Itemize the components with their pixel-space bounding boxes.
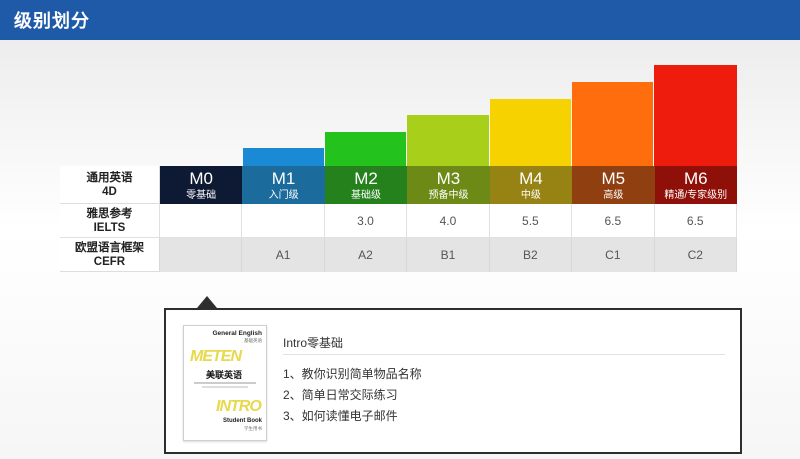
ielts-cell-m5: 6.5 <box>572 204 655 238</box>
book-divider <box>202 386 248 388</box>
level-cell-m3[interactable]: M3 预备中级 <box>407 166 490 204</box>
ielts-cell-m0 <box>159 204 243 238</box>
ielts-cell-m6: 6.5 <box>654 204 737 238</box>
book-intro-title: INTRO <box>216 398 262 415</box>
book-cover-image: General English 基础英语 METEN 美联英语 INTRO St… <box>183 325 267 441</box>
level-cell-m1[interactable]: M1 入门级 <box>242 166 325 204</box>
cefr-cell-m6: C2 <box>654 238 737 272</box>
cefr-cell-m1: A1 <box>242 238 325 272</box>
page-title: 级别划分 <box>14 11 90 31</box>
ielts-cell-m3: 4.0 <box>407 204 490 238</box>
book-subtitle: Student Book <box>223 418 262 424</box>
detail-item: 3、如何读懂电子邮件 <box>283 409 398 423</box>
ielts-cell-m4: 5.5 <box>489 204 573 238</box>
page-header: 级别划分 <box>0 0 800 40</box>
general-english-row: 通用英语 4D M0 零基础 M1 入门级 M2 基础级 M3 预备中级 M4 … <box>60 166 737 204</box>
book-divider <box>194 382 256 384</box>
cefr-cell-m2: A2 <box>324 238 408 272</box>
level-cell-m4[interactable]: M4 中级 <box>489 166 573 204</box>
level-bar-m5 <box>572 82 653 167</box>
book-series-sub: 基础英语 <box>244 338 262 343</box>
detail-divider <box>283 354 725 355</box>
ielts-row: 雅思参考 IELTS 3.0 4.0 5.5 6.5 6.5 <box>60 204 737 238</box>
cefr-cell-m4: B2 <box>489 238 573 272</box>
cefr-cell-m0 <box>159 238 243 272</box>
cefr-label: 欧盟语言框架 CEFR <box>60 238 160 272</box>
detail-item: 2、简单日常交际练习 <box>283 388 398 402</box>
book-cn-title: 美联英语 <box>206 370 243 380</box>
detail-title: Intro零基础 <box>283 336 344 350</box>
level-bar-m4 <box>490 99 571 167</box>
ielts-label: 雅思参考 IELTS <box>60 204 160 238</box>
cefr-row: 欧盟语言框架 CEFR A1 A2 B1 B2 C1 C2 <box>60 238 737 272</box>
level-cell-m0[interactable]: M0 零基础 <box>159 166 243 204</box>
level-bar-m3 <box>407 115 489 167</box>
level-cell-m6[interactable]: M6 精通/专家级别 <box>654 166 737 204</box>
detail-item: 1、教你识别简单物品名称 <box>283 367 422 381</box>
level-bar-m6 <box>654 65 737 167</box>
level-bar-m2 <box>325 132 406 167</box>
level-table: 通用英语 4D M0 零基础 M1 入门级 M2 基础级 M3 预备中级 M4 … <box>60 166 737 272</box>
general-english-label: 通用英语 4D <box>60 166 160 204</box>
level-bar-m1 <box>243 148 324 167</box>
cefr-cell-m3: B1 <box>407 238 490 272</box>
cefr-cell-m5: C1 <box>572 238 655 272</box>
level-cell-m5[interactable]: M5 高级 <box>572 166 655 204</box>
panel-pointer-icon <box>197 296 217 308</box>
level-cell-m2[interactable]: M2 基础级 <box>324 166 408 204</box>
ielts-cell-m1 <box>242 204 325 238</box>
book-subtitle-sub: 学生用书 <box>244 426 262 431</box>
book-series: General English <box>212 330 263 337</box>
book-logo: METEN <box>190 348 242 365</box>
ielts-cell-m2: 3.0 <box>324 204 408 238</box>
